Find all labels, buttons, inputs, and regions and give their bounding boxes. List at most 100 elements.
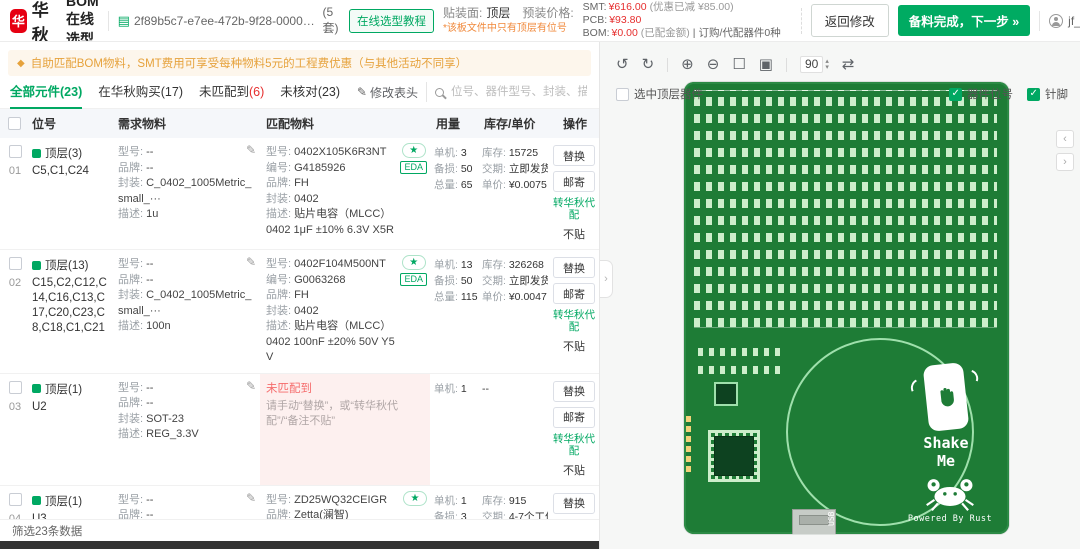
- zoom-out-icon[interactable]: ⊖: [707, 57, 720, 73]
- row-checkbox[interactable]: [9, 493, 22, 506]
- divider: [786, 58, 787, 72]
- replace-button[interactable]: 替换: [553, 257, 595, 278]
- favorite-star-icon: ★: [402, 143, 426, 158]
- divider: [1039, 11, 1040, 31]
- panel-collapse-handle[interactable]: ›: [600, 260, 613, 298]
- search-input[interactable]: [449, 85, 589, 99]
- fit-view-icon[interactable]: ☐: [732, 57, 745, 73]
- rotation-value[interactable]: 90: [800, 56, 823, 73]
- pcb-board[interactable]: Shake Me Powered By Rust: [684, 82, 1009, 534]
- edit-icon[interactable]: ✎: [246, 491, 256, 505]
- select-top-layer-checkbox[interactable]: 选中顶层器件: [616, 86, 703, 102]
- row-checkbox[interactable]: [9, 257, 22, 270]
- logo: 华 华秋: [10, 0, 57, 42]
- mirror-icon[interactable]: ⇄: [842, 57, 855, 73]
- tab-unchecked[interactable]: 未核对(23): [280, 76, 340, 109]
- pcb-price: ¥93.80: [609, 14, 641, 26]
- tab-buy-on-huaqiu[interactable]: 在华秋购买(17): [98, 76, 183, 109]
- layer-icon: [32, 261, 41, 270]
- edit-icon[interactable]: ✎: [246, 379, 256, 393]
- smt-price: ¥616.00: [609, 1, 647, 13]
- notice-icon: ◆: [17, 58, 25, 69]
- stock-cell: 库存: 915 交期: 4-7个工作日 单价: ¥1.8846: [478, 486, 548, 520]
- designator-cell: 顶层(13) C15,C2,C12,C14,C16,C13,C17,C20,C2…: [26, 250, 112, 373]
- user-icon: [1049, 14, 1063, 28]
- match-package: 0402: [294, 193, 318, 205]
- zoom-in-icon[interactable]: ⊕: [681, 57, 694, 73]
- back-to-edit-button[interactable]: 返回修改: [811, 4, 889, 37]
- match-brand: Zetta(澜智): [294, 509, 348, 519]
- app-title: BOM在线选型: [66, 0, 99, 42]
- show-designators-checkbox[interactable]: 器件位号: [949, 86, 1013, 102]
- edit-icon[interactable]: ✎: [246, 255, 256, 269]
- match-cell: ★ EDA 型号: 0402X105K6R3NT 编号: G4185926 品牌…: [260, 138, 430, 249]
- match-model: 0402X105K6R3NT: [294, 146, 386, 158]
- row-checkbox[interactable]: [9, 381, 22, 394]
- demand-brand: --: [146, 162, 153, 174]
- transfer-to-huaqiu-link[interactable]: 转华秋代配: [550, 433, 598, 457]
- tutorial-button[interactable]: 在线选型教程: [349, 9, 434, 33]
- frame-select-icon[interactable]: ▣: [759, 57, 773, 73]
- prev-board-button[interactable]: ‹: [1056, 130, 1074, 148]
- layer-icon: [32, 384, 41, 393]
- checkbox-icon[interactable]: [949, 88, 962, 101]
- mail-button[interactable]: 邮寄: [553, 283, 595, 304]
- tab-all-components[interactable]: 全部元件(23): [10, 76, 82, 109]
- filter-status-text: 筛选23条数据: [12, 523, 82, 539]
- row-index: 02: [9, 277, 21, 289]
- stock-cell: --: [478, 374, 548, 485]
- undo-icon[interactable]: ↺: [616, 57, 629, 73]
- replace-button[interactable]: 替换: [553, 493, 595, 514]
- pcb-toolbar: ↺ ↻ ⊕ ⊖ ☐ ▣ 90 ▴ ▾ ⇄: [616, 56, 854, 73]
- usage-cell: 单机: 1 备损: 3 总量: 8: [430, 486, 478, 520]
- no-place-link[interactable]: 不贴: [563, 226, 585, 242]
- table-row: 02 顶层(13) C15,C2,C12,C14,C16,C13,C17,C20…: [0, 250, 599, 374]
- col-demand: 需求物料: [112, 115, 260, 132]
- demand-cell: ✎ 型号: -- 品牌: -- 封装: C_0402_1005Metric_sm…: [112, 138, 260, 249]
- mail-button[interactable]: 邮寄: [553, 171, 595, 192]
- pcb-viewer-panel: › ↺ ↻ ⊕ ⊖ ☐ ▣ 90 ▴ ▾ ⇄: [600, 42, 1080, 549]
- transfer-to-huaqiu-link[interactable]: 转华秋代配: [550, 309, 598, 333]
- next-board-button[interactable]: ›: [1056, 153, 1074, 171]
- next-step-button[interactable]: 备料完成，下一步 »: [898, 5, 1030, 36]
- col-usage: 用量: [430, 115, 478, 132]
- checkbox-icon[interactable]: [616, 88, 629, 101]
- no-place-link[interactable]: 不贴: [563, 338, 585, 354]
- edit-icon[interactable]: ✎: [246, 143, 256, 157]
- rotation-stepper: 90 ▴ ▾: [800, 56, 829, 73]
- passive-components-cluster: [698, 340, 782, 374]
- tab-unmatched[interactable]: 未匹配到(6): [199, 76, 264, 109]
- mount-side-value[interactable]: 顶层: [486, 6, 510, 20]
- match-cell-unmatched: 未匹配到 请手动“替换”，或“转华秋代配”/“备注不贴”: [260, 374, 430, 485]
- logo-text: 华秋: [32, 0, 57, 42]
- checkbox-icon[interactable]: [1027, 88, 1040, 101]
- rotation-down-icon[interactable]: ▾: [825, 65, 829, 71]
- col-stock-price: 库存/单价: [478, 115, 548, 132]
- doc-set-count: (5套): [322, 5, 340, 36]
- demand-cell: ✎ 型号: -- 品牌: -- 封装: SOT-23 描述: REG_3.3V: [112, 374, 260, 485]
- layer-icon: [32, 149, 41, 158]
- divider: [801, 8, 802, 34]
- mail-button[interactable]: 邮寄: [553, 519, 595, 520]
- demand-brand: --: [146, 274, 153, 286]
- transfer-to-huaqiu-link[interactable]: 转华秋代配: [550, 197, 598, 221]
- usage-cell: 单机: 13 备损: 50 总量: 115: [430, 250, 478, 373]
- divider: [667, 58, 668, 72]
- match-code: G4185926: [294, 162, 345, 174]
- demand-model: --: [146, 146, 153, 158]
- user-account[interactable]: jf_32603368 (3573453): [1049, 14, 1080, 28]
- select-all-checkbox[interactable]: [8, 117, 21, 130]
- mail-button[interactable]: 邮寄: [553, 407, 595, 428]
- demand-desc: 100n: [146, 320, 170, 332]
- divider: [426, 82, 427, 102]
- table-body: 01 顶层(3) C5,C1,C24 ✎ 型号: -- 品牌: -- 封装: C…: [0, 138, 599, 519]
- search-box: [435, 85, 589, 99]
- show-pins-checkbox[interactable]: 针脚: [1027, 86, 1068, 102]
- replace-button[interactable]: 替换: [553, 381, 595, 402]
- row-index: 04: [9, 513, 21, 520]
- replace-button[interactable]: 替换: [553, 145, 595, 166]
- no-place-link[interactable]: 不贴: [563, 462, 585, 478]
- row-checkbox[interactable]: [9, 145, 22, 158]
- edit-table-header-button[interactable]: ✎ 修改表头: [357, 84, 418, 101]
- redo-icon[interactable]: ↻: [642, 57, 655, 73]
